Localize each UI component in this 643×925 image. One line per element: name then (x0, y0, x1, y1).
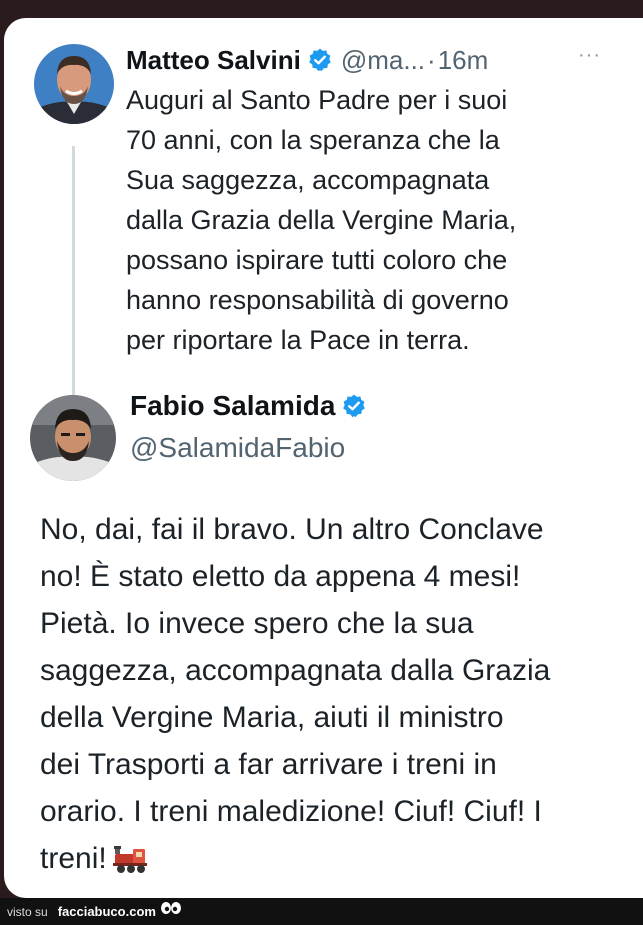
tweet2-header: Fabio Salamida (130, 390, 367, 422)
tweet2-line: saggezza, accompagnata dalla Grazia (40, 654, 551, 687)
tweet2-line: dei Trasporti a far arrivare i treni in (40, 748, 497, 781)
verified-badge-icon (341, 393, 367, 419)
site-footer: visto su facciabuco.com (0, 898, 643, 925)
tweet1-handle[interactable]: @ma... (341, 45, 425, 76)
thread-connector-line (72, 146, 75, 404)
tweet2-line: della Vergine Maria, aiuti il ministro (40, 701, 504, 734)
tweet1-line: Sua saggezza, accompagnata (126, 165, 490, 195)
tweet1-line: 70 anni, con la speranza che la (126, 125, 500, 155)
tweet1-header: Matteo Salvini @ma... · 16m (126, 42, 488, 78)
tweet2-text: No, dai, fai il bravo. Un altro Conclave… (40, 506, 630, 888)
tweet2-line: Pietà. Io invece spero che la sua (40, 607, 474, 640)
tweet2-line: treni! (40, 842, 107, 875)
tweet1-line: possano ispirare tutti coloro che (126, 245, 508, 275)
tweet2-line: No, dai, fai il bravo. Un altro Conclave (40, 513, 544, 546)
verified-badge-icon (307, 47, 333, 73)
tweet2-last-line: treni! (40, 835, 630, 888)
avatar-matteo-salvini[interactable] (34, 44, 114, 124)
footer-label: visto su (7, 904, 48, 919)
tweet2-handle[interactable]: @SalamidaFabio (130, 432, 345, 464)
tweet2-line: no! È stato eletto da appena 4 mesi! (40, 560, 521, 593)
tweet1-line: hanno responsabilità di governo (126, 285, 509, 315)
more-options-icon[interactable]: ··· (578, 44, 601, 67)
tweet2-line: orario. I treni maledizione! Ciuf! Ciuf!… (40, 795, 542, 828)
tweet1-separator: · (427, 44, 436, 75)
tweet1-timestamp[interactable]: 16m (438, 45, 489, 76)
footer-brand-link[interactable]: facciabuco.com (58, 904, 156, 919)
locomotive-emoji-icon (112, 841, 147, 888)
screenshot-card: Matteo Salvini @ma... · 16m ··· Auguri a… (4, 18, 643, 898)
eyes-logo-icon (160, 901, 182, 922)
tweet2-author-name[interactable]: Fabio Salamida (130, 390, 335, 422)
tweet1-author-name[interactable]: Matteo Salvini (126, 45, 301, 76)
tweet1-line: dalla Grazia della Vergine Maria, (126, 205, 517, 235)
tweet1-line: Auguri al Santo Padre per i suoi (126, 85, 508, 115)
tweet1-line: per riportare la Pace in terra. (126, 325, 470, 355)
tweet1-text: Auguri al Santo Padre per i suoi 70 anni… (126, 80, 626, 360)
avatar-fabio-salamida[interactable] (30, 395, 116, 481)
